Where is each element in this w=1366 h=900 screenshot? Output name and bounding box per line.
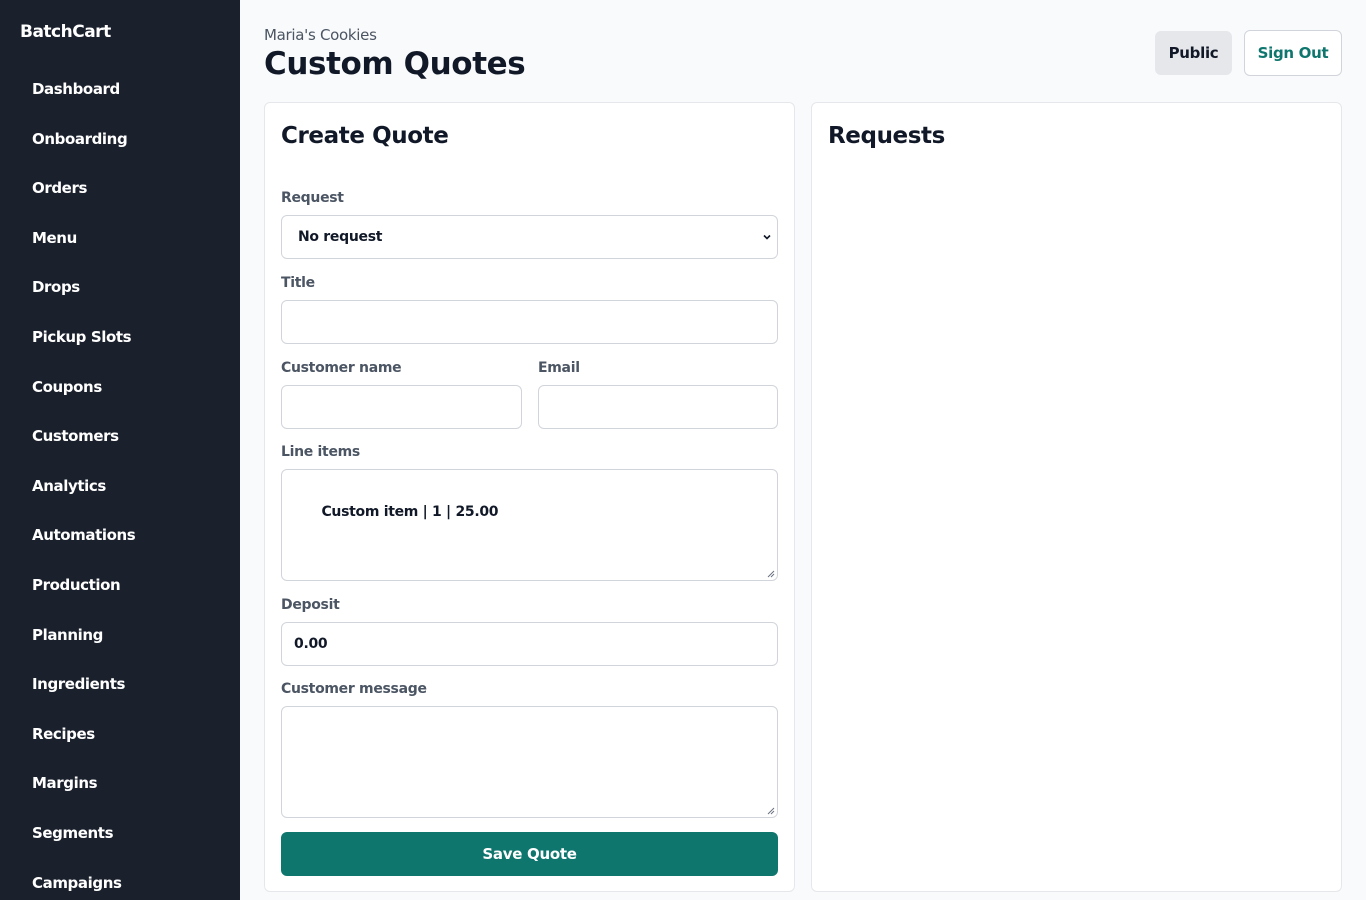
line-items-textarea[interactable]: Custom item | 1 | 25.00 (281, 469, 778, 581)
sidebar-item-margins[interactable]: Margins (32, 772, 135, 822)
public-button[interactable]: Public (1155, 31, 1232, 75)
main-content: Maria's Cookies Custom Quotes Public Sig… (240, 0, 1366, 900)
deposit-label: Deposit (281, 597, 340, 613)
brand-logo[interactable]: BatchCart (20, 22, 111, 42)
line-items-value: Custom item | 1 | 25.00 (321, 504, 499, 520)
customer-name-label: Customer name (281, 360, 402, 376)
email-label: Email (538, 360, 580, 376)
sidebar-nav: Dashboard Onboarding Orders Menu Drops P… (32, 78, 136, 900)
sidebar-item-drops[interactable]: Drops (32, 276, 135, 326)
create-quote-card: Create Quote Request No request Title Cu… (264, 102, 795, 892)
sidebar: BatchCart Dashboard Onboarding Orders Me… (0, 0, 240, 900)
request-select[interactable]: No request (281, 215, 778, 259)
sidebar-item-planning[interactable]: Planning (32, 624, 135, 674)
sidebar-item-recipes[interactable]: Recipes (32, 723, 135, 773)
title-label: Title (281, 275, 315, 291)
sidebar-item-orders[interactable]: Orders (32, 177, 135, 227)
sidebar-item-pickup-slots[interactable]: Pickup Slots (32, 326, 135, 376)
customer-name-input[interactable] (281, 385, 522, 429)
customer-message-textarea[interactable] (281, 706, 778, 818)
requests-card: Requests (811, 102, 1342, 892)
create-quote-title: Create Quote (281, 123, 449, 149)
deposit-input[interactable] (281, 622, 778, 666)
email-input[interactable] (538, 385, 778, 429)
sidebar-item-ingredients[interactable]: Ingredients (32, 673, 135, 723)
sidebar-item-customers[interactable]: Customers (32, 425, 135, 475)
title-input[interactable] (281, 300, 778, 344)
line-items-label: Line items (281, 444, 360, 460)
save-quote-button[interactable]: Save Quote (281, 832, 778, 876)
sidebar-item-menu[interactable]: Menu (32, 227, 135, 277)
sidebar-item-production[interactable]: Production (32, 574, 135, 624)
requests-title: Requests (828, 123, 945, 149)
sidebar-item-segments[interactable]: Segments (32, 822, 135, 872)
request-label: Request (281, 190, 344, 206)
page-title: Custom Quotes (264, 46, 526, 82)
resize-grip-icon[interactable] (767, 570, 775, 578)
sign-out-button[interactable]: Sign Out (1244, 30, 1342, 76)
sidebar-item-analytics[interactable]: Analytics (32, 475, 135, 525)
sidebar-item-campaigns[interactable]: Campaigns (32, 872, 135, 900)
request-select-value: No request (298, 229, 383, 245)
chevron-down-icon (763, 234, 771, 240)
customer-message-label: Customer message (281, 681, 427, 697)
sidebar-item-coupons[interactable]: Coupons (32, 376, 135, 426)
sidebar-item-onboarding[interactable]: Onboarding (32, 128, 135, 178)
resize-grip-icon[interactable] (767, 807, 775, 815)
shop-name: Maria's Cookies (264, 26, 377, 44)
sidebar-item-dashboard[interactable]: Dashboard (32, 78, 135, 128)
sidebar-item-automations[interactable]: Automations (32, 524, 136, 574)
